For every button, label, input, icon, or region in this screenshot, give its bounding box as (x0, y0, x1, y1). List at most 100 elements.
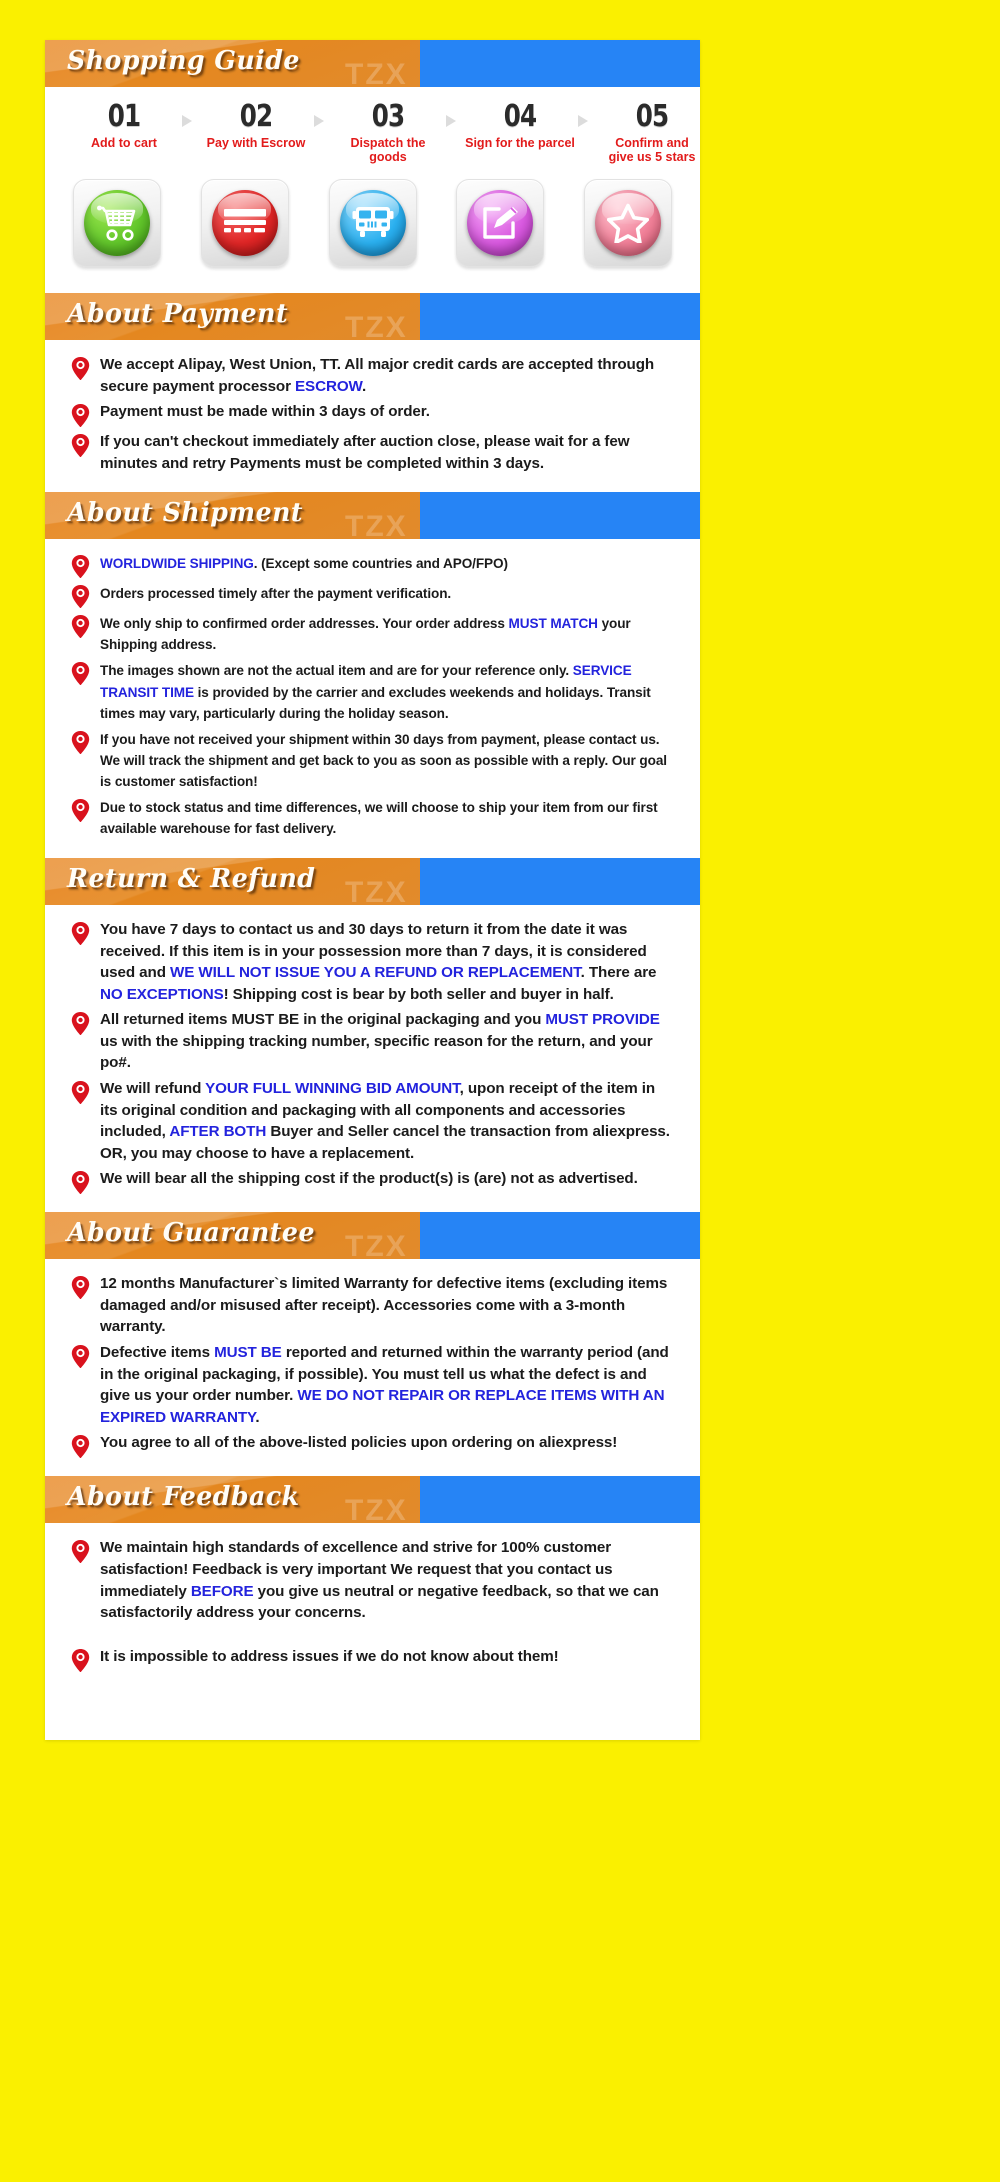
steps-row: 01 Add to cart 02 Pay with Escrow 03 Dispatch… (45, 101, 700, 165)
step-arrow-icon (443, 113, 465, 129)
list-item: We maintain high standards of excellence… (71, 1537, 674, 1623)
map-pin-bullet-icon (71, 553, 91, 579)
list-item: Defective items MUST BE reported and ret… (71, 1342, 674, 1428)
info-sheet: Shopping Guide TZX 01 Add to cart 02 Pay wi… (45, 40, 700, 1740)
list-item: 12 months Manufacturer`s limited Warrant… (71, 1273, 674, 1338)
section-title: About Guarantee (67, 1218, 315, 1249)
step-label: Add to cart (91, 135, 157, 150)
map-pin-bullet-icon (71, 1078, 91, 1104)
list-item-text: We will refund YOUR FULL WINNING BID AMO… (100, 1078, 674, 1164)
return-refund-list: You have 7 days to contact us and 30 day… (45, 905, 700, 1204)
guide-step-tile[interactable] (456, 179, 545, 267)
map-pin-bullet-icon (71, 354, 91, 380)
text-run: We will refund (100, 1079, 206, 1097)
list-item-text: We maintain high standards of excellence… (100, 1537, 674, 1623)
guide-step: 04 Sign for the parcel (465, 101, 575, 150)
guide-step: 01 Add to cart (69, 101, 179, 150)
text-run: All returned items MUST BE in the origin… (100, 1011, 546, 1029)
guide-step-tile[interactable] (73, 179, 161, 267)
text-run: We will bear all the shipping cost if th… (100, 1170, 638, 1188)
section-title: Return & Refund (67, 863, 316, 894)
list-item: All returned items MUST BE in the origin… (71, 1009, 674, 1074)
list-item-text: You have 7 days to contact us and 30 day… (100, 919, 674, 1005)
step-arrow-icon (179, 113, 201, 129)
section-title: About Shipment (67, 498, 304, 529)
list-item-text: We accept Alipay, West Union, TT. All ma… (100, 354, 674, 397)
section-title: About Payment (67, 299, 289, 329)
highlighted-text: ESCROW (295, 377, 362, 395)
payment-list: We accept Alipay, West Union, TT. All ma… (45, 340, 700, 484)
list-item-text: WORLDWIDE SHIPPING. (Except some countri… (100, 553, 674, 574)
banner-tab: Shopping Guide (45, 40, 420, 87)
shopping-cart-icon (84, 190, 150, 256)
list-item: The images shown are not the actual item… (71, 660, 674, 723)
step-arrow-icon (575, 113, 597, 129)
step-arrow-icon (311, 113, 333, 129)
text-run: . There are (580, 964, 657, 982)
highlighted-text: AFTER BOTH (169, 1123, 267, 1141)
map-pin-bullet-icon (71, 660, 91, 686)
list-item: We accept Alipay, West Union, TT. All ma… (71, 354, 674, 397)
credit-card-icon (211, 190, 278, 256)
guarantee-list: 12 months Manufacturer`s limited Warrant… (45, 1259, 700, 1468)
list-item: We will bear all the shipping cost if th… (71, 1168, 674, 1195)
guide-step-tile[interactable] (584, 179, 672, 267)
map-pin-bullet-icon (71, 919, 91, 945)
highlighted-text: MUST MATCH (508, 616, 598, 632)
list-item: If you have not received your shipment w… (71, 729, 674, 792)
text-run: 12 months Manufacturer`s limited Warrant… (100, 1275, 668, 1336)
delivery-truck-icon (339, 190, 406, 256)
map-pin-bullet-icon (71, 1432, 91, 1459)
guide-step-tile[interactable] (200, 179, 289, 267)
list-item-text: Payment must be made within 3 days of or… (100, 401, 674, 423)
map-pin-bullet-icon (71, 613, 91, 639)
text-run: Defective items (100, 1344, 215, 1362)
list-item-text: We will bear all the shipping cost if th… (100, 1168, 674, 1190)
shipment-list: WORLDWIDE SHIPPING. (Except some countri… (45, 539, 700, 850)
text-run: us with the shipping tracking number, sp… (100, 1032, 653, 1072)
promo-page: Shopping Guide TZX 01 Add to cart 02 Pay wi… (0, 0, 1000, 2182)
section-header-about-guarantee: About Guarantee TZX (45, 1212, 700, 1260)
icon-tiles-row (45, 165, 700, 267)
list-item: Due to stock status and time differences… (71, 797, 674, 839)
banner-tab: About Payment (45, 293, 420, 340)
list-item: You agree to all of the above-listed pol… (71, 1432, 674, 1459)
banner-tab: About Shipment (45, 492, 420, 540)
guide-step-tile[interactable] (328, 179, 417, 267)
list-item: If you can't checkout immediately after … (71, 431, 674, 474)
list-item-text: It is impossible to address issues if we… (100, 1646, 674, 1668)
text-run: The images shown are not the actual item… (100, 663, 573, 679)
map-pin-bullet-icon (71, 431, 91, 458)
highlighted-text: YOUR FULL WINNING BID AMOUNT (205, 1079, 460, 1097)
guide-step: 03 Dispatch the goods (333, 101, 443, 165)
map-pin-bullet-icon (71, 583, 91, 609)
step-label: Pay with Escrow (206, 135, 306, 150)
text-run: . (Except some countries and APO/FPO) (253, 556, 508, 572)
step-label: Dispatch the goods (350, 135, 426, 165)
text-run: Orders processed timely after the paymen… (100, 586, 452, 602)
list-item: WORLDWIDE SHIPPING. (Except some countri… (71, 553, 674, 579)
step-number: 01 (107, 99, 141, 134)
text-run: You agree to all of the above-listed pol… (100, 1434, 618, 1452)
map-pin-bullet-icon (71, 401, 91, 428)
text-run: . (255, 1408, 260, 1426)
shopping-guide-body: 01 Add to cart 02 Pay with Escrow 03 Dispatch… (45, 87, 700, 285)
list-item: Payment must be made within 3 days of or… (71, 401, 674, 428)
star-icon (595, 190, 661, 256)
highlighted-text: WORLDWIDE SHIPPING (100, 556, 254, 572)
list-item: We only ship to confirmed order addresse… (71, 613, 674, 655)
list-item-text: We only ship to confirmed order addresse… (100, 613, 674, 655)
step-number: 02 (239, 99, 273, 134)
list-item: It is impossible to address issues if we… (71, 1646, 674, 1672)
banner-tab: Return & Refund (45, 857, 420, 905)
section-header-about-feedback: About Feedback TZX (45, 1476, 700, 1524)
text-run: ! Shipping cost is bear by both seller a… (223, 985, 614, 1003)
map-pin-bullet-icon (71, 1009, 91, 1036)
step-label: Confirm and give us 5 stars (608, 135, 696, 165)
map-pin-bullet-icon (71, 1168, 91, 1195)
text-run: If you can't checkout immediately after … (100, 433, 630, 472)
section-header-about-payment: About Payment TZX (45, 293, 700, 340)
highlighted-text: BEFORE (190, 1582, 254, 1600)
step-number: 03 (371, 99, 405, 134)
text-run: Payment must be made within 3 days of or… (100, 403, 430, 421)
